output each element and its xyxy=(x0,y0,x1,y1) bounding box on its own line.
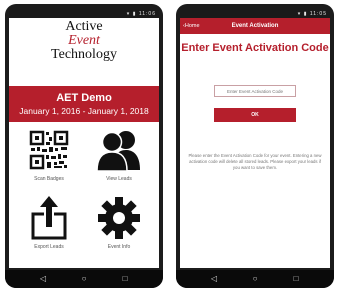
nav-back-icon[interactable]: ◁ xyxy=(33,273,53,285)
logo-line-3: Technology xyxy=(51,47,117,62)
app-bar-title: Event Activation xyxy=(231,23,279,29)
view-leads-label: View Leads xyxy=(106,176,132,182)
status-bar: ▾ ▮ 11:05 xyxy=(180,10,330,18)
battery-icon: ▮ xyxy=(132,11,137,17)
phone-home: ▾ ▮ 11:06 Active Event Technology AET De… xyxy=(5,4,163,288)
app-logo: Active Event Technology xyxy=(9,20,159,62)
view-leads-button[interactable]: View Leads xyxy=(84,128,154,196)
home-screen: ▾ ▮ 11:06 Active Event Technology AET De… xyxy=(9,10,159,268)
nav-home-icon[interactable]: ○ xyxy=(74,273,94,285)
app-bar: ‹Home Event Activation xyxy=(180,18,330,34)
page-heading: Enter Event Activation Code xyxy=(181,42,329,54)
activation-code-input[interactable] xyxy=(214,85,296,97)
status-icons: ▾ ▮ 11:06 xyxy=(127,10,156,18)
android-nav-bar: ◁ ○ □ xyxy=(176,270,334,288)
event-info-button[interactable]: Event Info xyxy=(84,196,154,264)
export-leads-button[interactable]: Export Leads xyxy=(14,196,84,264)
scan-badges-button[interactable]: Scan Badges xyxy=(14,128,84,196)
ok-button[interactable]: OK xyxy=(214,108,296,122)
logo-line-1: Active xyxy=(65,19,103,34)
export-icon xyxy=(31,196,67,240)
phone-activation: ▾ ▮ 11:05 ‹Home Event Activation Enter E… xyxy=(176,4,334,288)
qr-code-icon xyxy=(29,130,69,170)
signal-icon: ▾ xyxy=(297,11,302,17)
event-info-label: Event Info xyxy=(107,244,131,250)
logo-line-2: Event xyxy=(68,33,100,48)
status-bar: ▾ ▮ 11:06 xyxy=(9,10,159,18)
help-text: Please enter the Event Activation Code f… xyxy=(188,153,322,170)
people-icon xyxy=(97,131,140,172)
event-dates: January 1, 2016 - January 1, 2018 xyxy=(19,106,149,116)
scan-badges-label: Scan Badges xyxy=(34,176,64,182)
status-time: 11:05 xyxy=(309,11,327,17)
event-name: AET Demo xyxy=(56,92,112,104)
status-time: 11:06 xyxy=(138,11,156,17)
activation-screen: ▾ ▮ 11:05 ‹Home Event Activation Enter E… xyxy=(180,10,330,268)
event-banner: AET Demo January 1, 2016 - January 1, 20… xyxy=(9,86,159,122)
gear-icon xyxy=(98,197,140,239)
export-leads-label: Export Leads xyxy=(34,244,64,250)
nav-back-icon[interactable]: ◁ xyxy=(204,273,224,285)
status-icons: ▾ ▮ 11:05 xyxy=(298,10,327,18)
battery-icon: ▮ xyxy=(303,11,308,17)
nav-recents-icon[interactable]: □ xyxy=(286,273,306,285)
nav-home-icon[interactable]: ○ xyxy=(245,273,265,285)
nav-recents-icon[interactable]: □ xyxy=(115,273,135,285)
android-nav-bar: ◁ ○ □ xyxy=(5,270,163,288)
signal-icon: ▾ xyxy=(126,11,131,17)
